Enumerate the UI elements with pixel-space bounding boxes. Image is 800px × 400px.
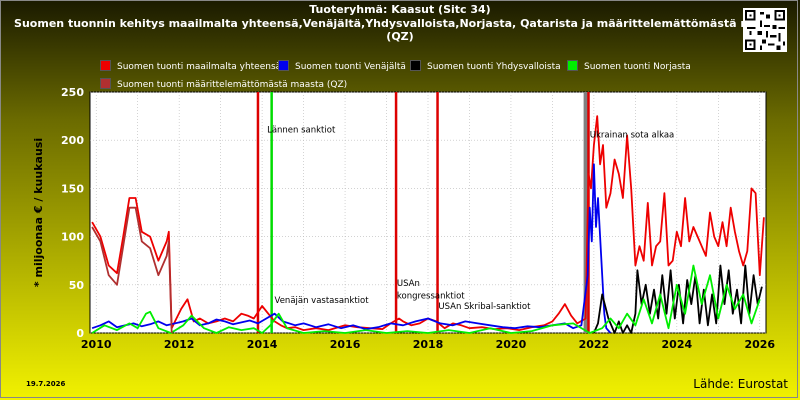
annotation-label: Lännen sanktiot (267, 125, 336, 135)
annotation-label: kongressanktiot (397, 291, 465, 301)
date-label: 19.7.2026 (26, 380, 66, 388)
annotation-label: Venäjän vastasanktiot (275, 296, 370, 306)
line-chart: 0501001502002502010 2012 2014 2016 2018 2020 2… (32, 86, 775, 351)
annotation-label: USAn (397, 279, 420, 289)
y-tick-label: 100 (61, 231, 84, 244)
y-tick-label: 250 (61, 86, 84, 99)
y-tick-label: 50 (69, 279, 85, 292)
x-tick-label: 2012 (164, 338, 195, 351)
annotation-label: USAn Skribal-sanktiot (438, 302, 531, 312)
x-tick-label: 2018 (413, 338, 444, 351)
x-tick-label: 2016 (330, 338, 361, 351)
x-tick-label: 2020 (496, 338, 527, 351)
y-tick-label: 150 (61, 182, 84, 195)
x-tick-label: 2024 (662, 338, 693, 351)
x-tick-label: 2026 (744, 338, 775, 351)
x-tick-label: 2010 (81, 338, 112, 351)
y-tick-label: 200 (61, 134, 84, 147)
y-axis-label: * miljoonaa € / kuukausi (32, 138, 45, 287)
annotation-label: Ukrainan sota alkaa (590, 130, 675, 140)
x-tick-label: 2014 (247, 338, 278, 351)
x-tick-label: 2022 (579, 338, 610, 351)
source-label: Lähde: Eurostat (693, 377, 788, 391)
